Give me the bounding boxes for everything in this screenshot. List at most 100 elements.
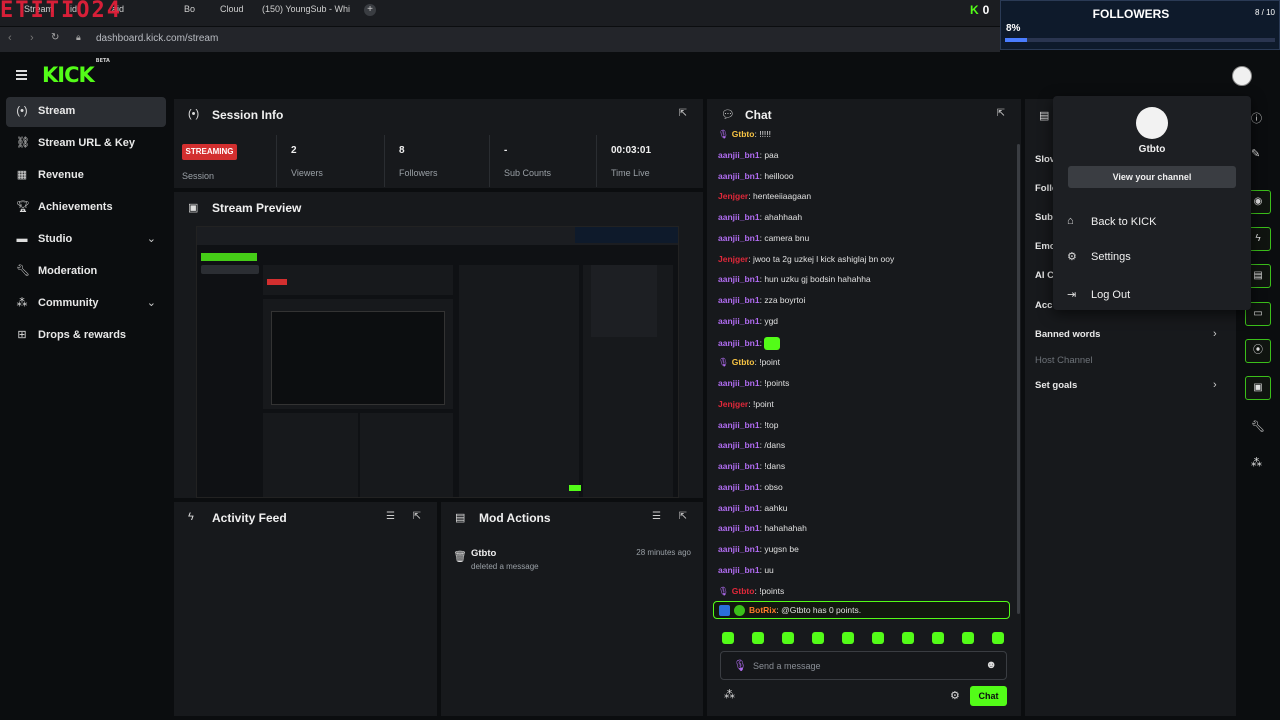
session-info-title: Session Info (212, 108, 284, 122)
chevron-right-icon[interactable]: › (1213, 379, 1217, 391)
chevron-down-icon[interactable]: ⌄ (147, 232, 156, 245)
sidebar-item-label: Achievements (38, 201, 113, 213)
chevron-down-icon[interactable]: ⌄ (147, 296, 156, 309)
preview-toggle-button[interactable]: ▣ (1245, 376, 1271, 400)
chat-username[interactable]: aanjii_bn1 (718, 274, 760, 284)
chat-username[interactable]: aanjii_bn1 (718, 295, 760, 305)
chat-username[interactable]: aanjii_bn1 (718, 337, 760, 347)
setting-row[interactable]: Acc (1035, 300, 1052, 311)
chat-username[interactable]: aanjii_bn1 (718, 482, 760, 492)
url-text[interactable]: dashboard.kick.com/stream (96, 33, 218, 44)
chat-username[interactable]: Jenjger (718, 399, 748, 409)
back-icon[interactable]: ‹ (8, 32, 12, 44)
forward-icon[interactable]: › (30, 32, 34, 44)
chat-username[interactable]: aanjii_bn1 (718, 233, 760, 243)
browser-tab[interactable]: (150) YoungSub - Whi (262, 4, 357, 22)
new-tab-button[interactable]: + (364, 4, 376, 16)
mod-entry-user[interactable]: Gtbto (471, 548, 496, 559)
pencil-icon[interactable]: ✎ (1251, 147, 1260, 160)
filter-icon[interactable]: ☰ (652, 511, 661, 522)
kick-logo[interactable]: KICKBETA (42, 58, 110, 87)
activity-feed-title: Activity Feed (212, 511, 287, 525)
set-goals-row[interactable]: Set goals (1035, 380, 1077, 391)
chat-title: Chat (745, 108, 772, 122)
chat-username[interactable]: aanjii_bn1 (718, 171, 760, 181)
popout-icon[interactable]: ⇱ (679, 108, 687, 119)
sidebar-item[interactable]: ⊞ Drops & rewards (6, 321, 166, 351)
chat-username[interactable]: aanjii_bn1 (718, 523, 760, 533)
wrench-icon[interactable]: 🔧︎ (1251, 420, 1265, 433)
sidebar-item[interactable]: ⛓ Stream URL & Key (6, 129, 166, 159)
chat-username[interactable]: aanjii_bn1 (718, 565, 760, 575)
sidebar-item-label: Moderation (38, 265, 98, 277)
chevron-right-icon[interactable]: › (1213, 328, 1217, 340)
emote-icon[interactable] (962, 632, 974, 644)
chat-username[interactable]: aanjii_bn1 (718, 503, 760, 513)
menu-item-settings[interactable]: ⚙ Settings (1067, 247, 1237, 267)
emote-icon[interactable] (722, 632, 734, 644)
community-icon[interactable]: ⁂ (1251, 456, 1262, 469)
chat-message: aanjii_bn1: hahahahah (718, 523, 807, 533)
popout-icon[interactable]: ⇱ (413, 511, 421, 522)
menu-icon[interactable] (16, 70, 27, 80)
chat-username[interactable]: Gtbto (732, 586, 755, 596)
banned-words-row[interactable]: Banned words (1035, 329, 1100, 340)
sidebar-item[interactable]: 🔧︎ Moderation (6, 257, 166, 287)
popout-icon[interactable]: ⇱ (679, 511, 687, 522)
chat-username[interactable]: Jenjger (718, 191, 748, 201)
chat-text: !point (759, 357, 780, 368)
chat-username[interactable]: Jenjger (718, 254, 748, 264)
preview-activity-feed (263, 413, 358, 497)
filter-icon[interactable]: ☰ (386, 511, 395, 522)
sidebar-item[interactable]: ▬ Studio ⌄ (6, 225, 166, 255)
session-stat: 8 Followers (384, 135, 490, 187)
popout-icon[interactable]: ⇱ (997, 108, 1005, 119)
send-chat-button[interactable]: Chat (970, 686, 1007, 706)
followers-count: 8 / 10 (1254, 8, 1275, 17)
emoji-icon[interactable]: ☻ (985, 659, 997, 671)
chat-username[interactable]: aanjii_bn1 (718, 378, 760, 388)
chat-username[interactable]: Gtbto (732, 357, 755, 367)
menu-item-log-out[interactable]: ⇥ Log Out (1067, 285, 1237, 305)
stream-preview-title: Stream Preview (212, 201, 302, 215)
emote-icon[interactable] (932, 632, 944, 644)
chat-username[interactable]: aanjii_bn1 (718, 461, 760, 471)
stream-preview-video[interactable] (196, 226, 679, 498)
sidebar-item[interactable]: ⁂ Community ⌄ (6, 289, 166, 319)
bot-username[interactable]: BotRix (749, 605, 776, 615)
reload-icon[interactable]: ↻ (51, 32, 59, 43)
setting-row[interactable]: Sub (1035, 212, 1053, 223)
chat-username[interactable]: aanjii_bn1 (718, 544, 760, 554)
chat-username[interactable]: aanjii_bn1 (718, 212, 760, 222)
menu-item-back-to-kick[interactable]: ⌂ Back to KICK (1067, 212, 1237, 232)
avatar[interactable] (1232, 66, 1252, 86)
chat-message: 🎙︎ Gtbto: !points (718, 586, 784, 597)
emote-icon[interactable] (812, 632, 824, 644)
address-bar[interactable]: ‹ › ↻ 🔒︎ dashboard.kick.com/stream (0, 27, 1000, 52)
chat-scrollbar[interactable] (1017, 144, 1020, 614)
sidebar-item[interactable]: ▦ Revenue (6, 161, 166, 191)
chat-input[interactable]: 🎙︎ Send a message ☻ (720, 651, 1007, 680)
chat-username[interactable]: aanjii_bn1 (718, 150, 760, 160)
chat-username[interactable]: aanjii_bn1 (718, 316, 760, 326)
setting-row[interactable]: AI C (1035, 270, 1054, 281)
emote-icon[interactable] (842, 632, 854, 644)
view-channel-button[interactable]: View your channel (1068, 166, 1236, 188)
sidebar-item[interactable]: 🏆︎ Achievements (6, 193, 166, 223)
broadcast-toggle-button[interactable]: ⦿ (1245, 339, 1271, 363)
emote-icon[interactable] (872, 632, 884, 644)
info-icon[interactable]: ⓘ (1251, 110, 1262, 126)
gear-icon: ⚙ (1067, 251, 1077, 263)
sidebar-item[interactable]: (•) Stream (6, 97, 166, 127)
emote-icon[interactable] (752, 632, 764, 644)
chat-username[interactable]: aanjii_bn1 (718, 420, 760, 430)
chat-username[interactable]: aanjii_bn1 (718, 440, 760, 450)
gear-icon[interactable]: ⚙ (950, 689, 960, 702)
chat-username[interactable]: Gtbto (732, 129, 755, 139)
mic-badge-icon: 🎙︎ (718, 129, 729, 139)
emote-icon[interactable] (992, 632, 1004, 644)
emote-icon[interactable] (902, 632, 914, 644)
points-icon[interactable]: ⁂ (724, 688, 735, 701)
preview-streaming-badge (267, 279, 287, 285)
emote-icon[interactable] (782, 632, 794, 644)
